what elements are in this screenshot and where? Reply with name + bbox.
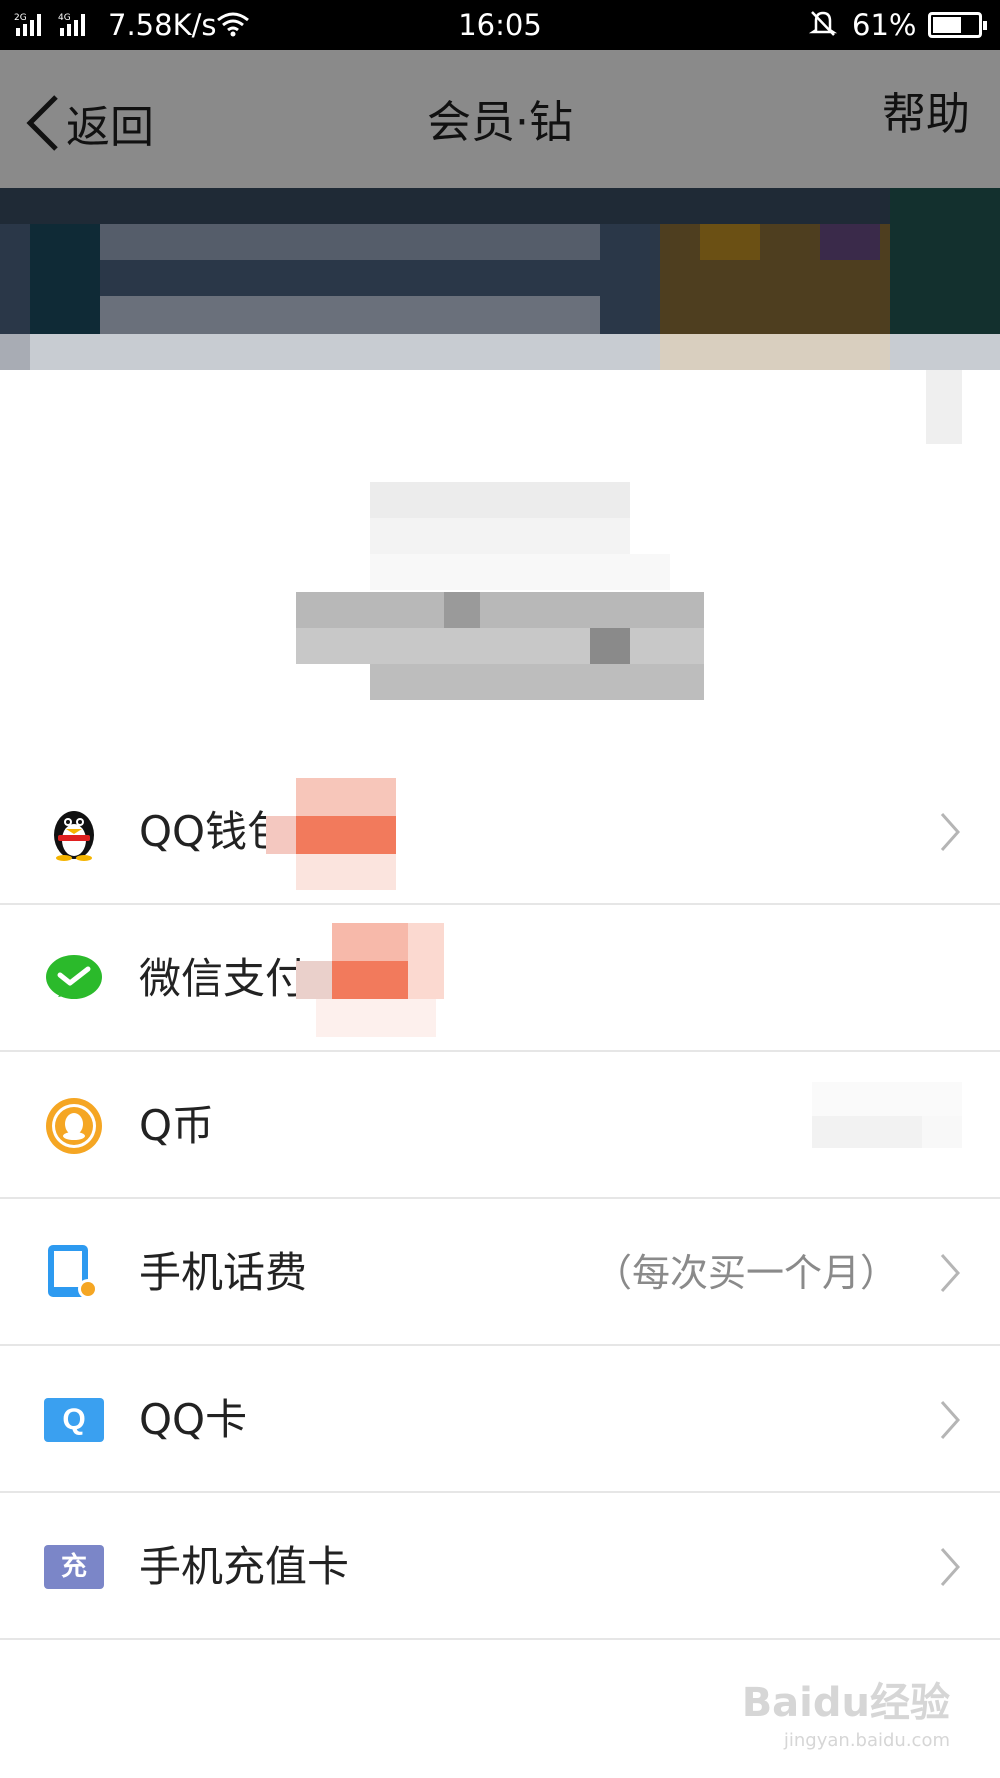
watermark-brand: Baidu经验 — [741, 1680, 950, 1726]
recharge-card-icon: 充 — [44, 1545, 104, 1589]
payment-label: QQ卡 — [139, 1395, 248, 1444]
qq-card-icon: Q — [44, 1398, 104, 1442]
page-title: 会员·钻 — [427, 97, 573, 148]
payment-label: 手机话费 — [139, 1248, 308, 1297]
chevron-right-icon — [940, 1401, 961, 1439]
battery-percent: 61% — [852, 8, 917, 42]
payment-label: Q币 — [139, 1101, 215, 1150]
mute-bell-icon — [808, 8, 838, 45]
recharge-card-icon-char: 充 — [60, 1552, 87, 1582]
watermark: Baidu经验 jingyan.baidu.com — [742, 1670, 950, 1751]
help-button[interactable]: 帮助 — [882, 80, 970, 150]
privacy-mask — [296, 923, 444, 1037]
status-bar: 2G 4G 7.58K/s 16:05 61% — [0, 0, 1000, 50]
battery-icon — [928, 12, 987, 38]
privacy-mask — [812, 1082, 962, 1148]
qq-penguin-icon — [54, 811, 94, 861]
chevron-right-icon — [940, 813, 961, 851]
chevron-right-icon — [940, 1254, 961, 1292]
payment-label: 手机充值卡 — [139, 1542, 350, 1591]
q-coin-icon — [46, 1098, 102, 1154]
payment-row-recharge-card[interactable]: 充 手机充值卡 — [0, 1493, 1000, 1640]
payment-row-q-coin[interactable]: Q币 — [0, 1052, 1000, 1199]
payment-row-wechat-pay[interactable]: 微信支付 — [0, 905, 1000, 1052]
banner-image — [0, 188, 1000, 370]
payment-note: （每次买一个月） — [593, 1251, 898, 1295]
wechat-pay-icon — [46, 955, 102, 999]
qq-card-icon-letter: Q — [62, 1403, 86, 1436]
payment-list: QQ钱包 微信支付 Q币 手机话费 （每次买一个月） Q QQ卡 充 手机充值卡 — [0, 758, 1000, 1640]
phone-bill-icon — [48, 1245, 98, 1299]
privacy-mask — [266, 778, 396, 890]
payment-label: 微信支付 — [139, 954, 308, 1003]
watermark-url: jingyan.baidu.com — [783, 1730, 950, 1751]
payment-row-phone-bill[interactable]: 手机话费 （每次买一个月） — [0, 1199, 1000, 1346]
product-image — [0, 370, 1000, 760]
clock: 16:05 — [458, 8, 542, 42]
payment-row-qq-card[interactable]: Q QQ卡 — [0, 1346, 1000, 1493]
chevron-right-icon — [940, 1548, 961, 1586]
payment-row-qq-wallet[interactable]: QQ钱包 — [0, 758, 1000, 905]
nav-bar: 返回 会员·钻 帮助 — [0, 50, 1000, 188]
